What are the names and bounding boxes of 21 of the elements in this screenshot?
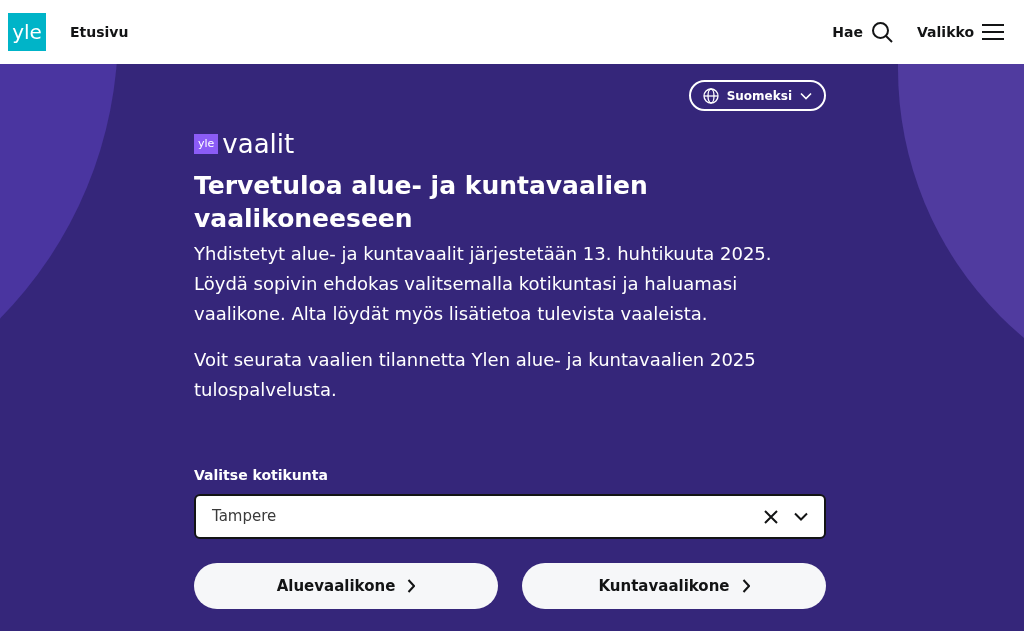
search-icon: [871, 21, 893, 43]
voting-advice-button[interactable]: Kuntavaalikone: [522, 563, 826, 609]
municipality-select[interactable]: Tampere: [194, 494, 826, 539]
menu-button[interactable]: Valikko: [917, 21, 1004, 43]
brand-name: vaalit: [222, 131, 295, 157]
search-button[interactable]: Hae: [832, 21, 893, 43]
nav-link[interactable]: Etusivu: [70, 21, 129, 43]
clear-icon[interactable]: [764, 509, 778, 524]
chevron-right-icon: [741, 579, 750, 593]
intro-paragraph: Yhdistetyt alue- ja kuntavaalit järjestetään 13. huhtikuuta 2025. Löydä sopivin ehdokas valitsemalla kotikuntasi ja haluamasi vaalikone. Alta löydät myös lisätietoa tulevista vaaleista.: [194, 242, 773, 326]
chevron-down-icon[interactable]: [794, 512, 808, 521]
menu-icon: [982, 24, 1004, 40]
yle-badge: yle: [194, 134, 219, 154]
field-label: Valitse kotikunta: [194, 466, 329, 485]
language-button[interactable]: Suomeksi: [688, 80, 826, 111]
chevron-right-icon: [407, 579, 416, 593]
chevron-down-icon: [800, 91, 812, 100]
page-title: Tervetuloa alue- ja kuntavaalien vaalikoneeseen: [194, 170, 649, 235]
voting-advice-button[interactable]: Aluevaalikone: [194, 563, 498, 609]
intro-paragraph: Voit seurata vaalien tilannetta Ylen alue- ja kuntavaalien 2025 tulospalvelusta.: [194, 348, 757, 402]
globe-icon: [702, 87, 719, 104]
